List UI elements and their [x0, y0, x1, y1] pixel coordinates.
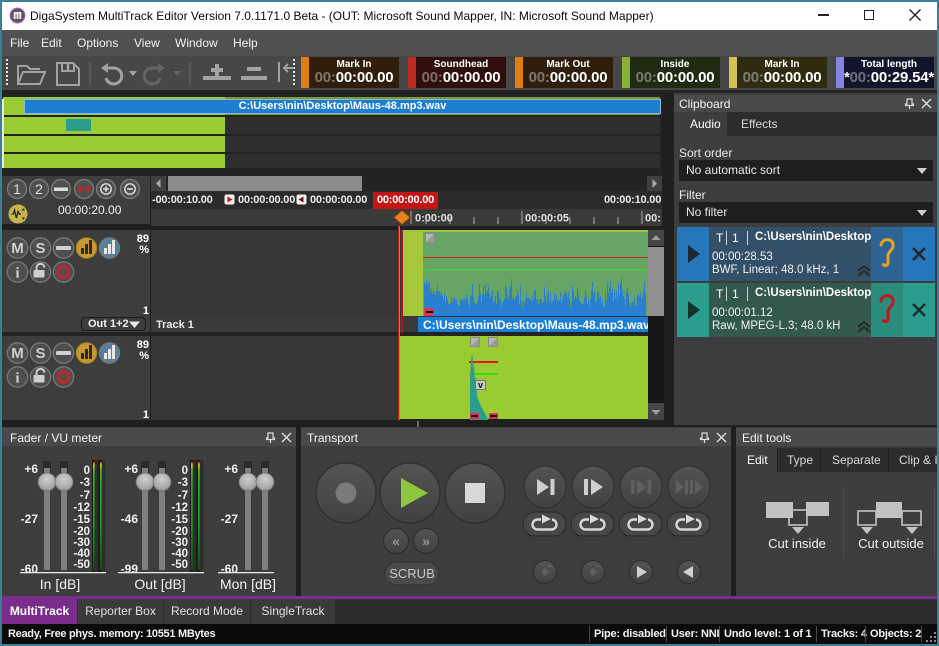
svg-text:-50: -50 — [171, 559, 188, 571]
svg-text:+6: +6 — [224, 462, 238, 476]
svg-text:»: » — [422, 533, 430, 549]
svg-text:Cut outside: Cut outside — [858, 536, 924, 551]
svg-text:-27: -27 — [21, 512, 39, 526]
svg-text:0:00:00: 0:00:00 — [415, 213, 453, 225]
svg-text:1: 1 — [143, 409, 149, 420]
svg-text:00:: 00: — [645, 213, 661, 225]
svg-text:-60: -60 — [221, 562, 239, 576]
svg-text:00:00:05: 00:00:05 — [525, 213, 569, 225]
svg-text:S: S — [35, 240, 45, 257]
svg-text:-7: -7 — [178, 490, 188, 502]
svg-text:1: 1 — [13, 181, 21, 197]
svg-text:-15: -15 — [73, 514, 90, 526]
svg-text:+6: +6 — [24, 462, 38, 476]
svg-text:-15: -15 — [171, 514, 188, 526]
svg-text:2: 2 — [35, 181, 43, 197]
svg-text:+6: +6 — [124, 462, 138, 476]
svg-text:«: « — [392, 533, 400, 549]
svg-text:SCRUB: SCRUB — [389, 566, 435, 581]
svg-text:Out [dB]: Out [dB] — [134, 576, 185, 592]
svg-text:M: M — [11, 240, 24, 257]
svg-text:-3: -3 — [178, 477, 188, 489]
svg-text:%: % — [139, 350, 149, 362]
svg-text:Cut inside: Cut inside — [768, 536, 826, 551]
svg-text:-27: -27 — [221, 512, 239, 526]
svg-text:In [dB]: In [dB] — [40, 576, 80, 592]
svg-text:-60: -60 — [21, 562, 39, 576]
svg-text:0: 0 — [84, 465, 90, 477]
svg-text:-3: -3 — [80, 477, 90, 489]
svg-text:0: 0 — [182, 465, 188, 477]
svg-text:1: 1 — [143, 305, 149, 317]
svg-text:-46: -46 — [121, 512, 139, 526]
svg-text:-50: -50 — [73, 559, 90, 571]
svg-text:%: % — [139, 244, 149, 256]
svg-text:-12: -12 — [73, 502, 90, 514]
svg-text:Mon [dB]: Mon [dB] — [220, 576, 276, 592]
svg-text:-12: -12 — [171, 502, 188, 514]
svg-text:i: i — [15, 266, 19, 282]
svg-text:-99: -99 — [121, 562, 139, 576]
svg-text:-7: -7 — [80, 490, 90, 502]
